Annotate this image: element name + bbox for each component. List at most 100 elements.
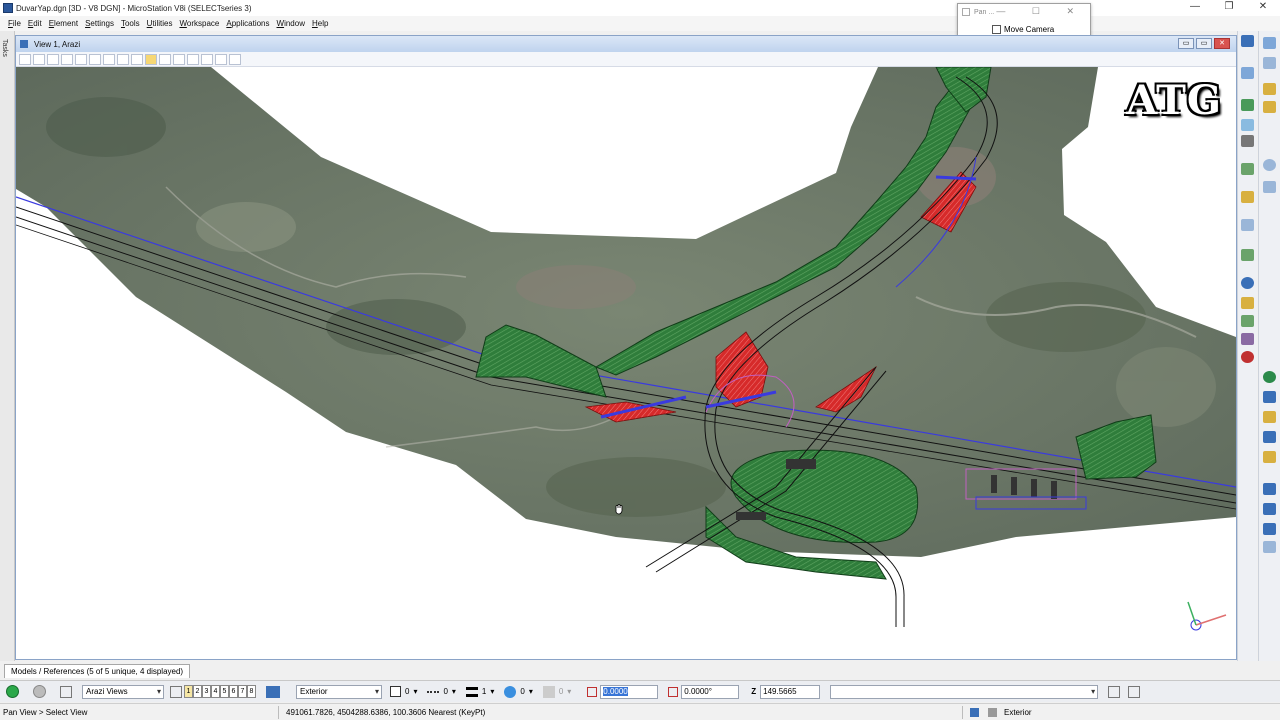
length-field[interactable]: 0.0000 <box>600 684 659 699</box>
rotate-view-icon[interactable] <box>131 53 143 65</box>
transparency-value[interactable]: 0 <box>520 687 524 696</box>
view-titlebar[interactable]: View 1, Arazi ▭ ▭ ✕ <box>16 36 1236 52</box>
tool-icon-r8[interactable] <box>1263 391 1276 403</box>
view-previous-icon[interactable] <box>159 53 171 65</box>
menu-element[interactable]: Element <box>49 19 78 28</box>
restore-button[interactable]: ❐ <box>1212 0 1246 16</box>
view-toggle-2[interactable]: 2 <box>193 685 202 698</box>
active-level-select[interactable]: Exterior <box>296 684 382 699</box>
zoom-in-icon[interactable] <box>75 53 87 65</box>
brightness-icon[interactable] <box>47 53 59 65</box>
color-swatch[interactable] <box>390 686 401 697</box>
view-minimize-button[interactable]: ▭ <box>1178 38 1194 49</box>
tool-icon-3[interactable] <box>1241 99 1254 111</box>
angle-field[interactable]: 0.0000° <box>681 684 740 699</box>
menu-tools[interactable]: Tools <box>121 19 140 28</box>
polygon-icon[interactable] <box>1263 101 1276 113</box>
menu-applications[interactable]: Applications <box>226 19 269 28</box>
tool-icon-11[interactable] <box>1241 297 1254 309</box>
back-arrow-icon[interactable] <box>6 685 19 698</box>
tool-icon-7[interactable] <box>1241 191 1254 203</box>
views-dialog-icon[interactable] <box>170 685 182 698</box>
color-dropdown-icon[interactable]: ▾ <box>413 687 421 696</box>
change-view-perspective-icon[interactable] <box>201 53 213 65</box>
transparency-dropdown-icon[interactable]: ▾ <box>529 687 537 696</box>
view-toggle-7[interactable]: 7 <box>238 685 247 698</box>
priority-dropdown-icon[interactable]: ▾ <box>567 687 575 696</box>
priority-value[interactable]: 0 <box>559 687 563 696</box>
drawing-canvas[interactable]: ATG <box>16 66 1236 659</box>
tool-icon-r10[interactable] <box>1263 431 1276 443</box>
view-maximize-button[interactable]: ▭ <box>1196 38 1212 49</box>
element-selection-icon[interactable] <box>1263 37 1276 49</box>
forward-arrow-icon[interactable] <box>33 685 46 698</box>
view-toggle-5[interactable]: 5 <box>220 685 229 698</box>
fence-icon[interactable] <box>1263 57 1276 69</box>
weight-dropdown-icon[interactable]: ▾ <box>490 687 498 696</box>
tool-icon-r15[interactable] <box>1263 541 1276 553</box>
view-next-icon[interactable] <box>173 53 185 65</box>
tool-icon-1[interactable] <box>1241 35 1254 47</box>
tool-icon-2[interactable] <box>1241 67 1254 79</box>
view-close-button[interactable]: ✕ <box>1214 38 1230 49</box>
tool-icon-9[interactable] <box>1241 249 1254 261</box>
snap-mode-icon[interactable] <box>1128 685 1141 698</box>
line-icon[interactable] <box>1263 83 1276 95</box>
arc-icon[interactable] <box>1263 181 1276 193</box>
tool-icon-5[interactable] <box>1241 135 1254 147</box>
tool-icon-r9[interactable] <box>1263 411 1276 423</box>
clip-mask-icon[interactable] <box>229 53 241 65</box>
window-area-icon[interactable] <box>103 53 115 65</box>
view-toggle-1[interactable]: 1 <box>184 685 193 698</box>
key-in-field[interactable] <box>830 684 1099 699</box>
transparency-icon[interactable] <box>504 685 517 698</box>
tool-icon-4[interactable] <box>1241 119 1254 131</box>
close-button[interactable]: ✕ <box>1246 0 1280 16</box>
tool-icon-6[interactable] <box>1241 163 1254 175</box>
menu-utilities[interactable]: Utilities <box>147 19 173 28</box>
tool-icon-r13[interactable] <box>1263 503 1276 515</box>
clip-volume-icon[interactable] <box>215 53 227 65</box>
view-toggle-8[interactable]: 8 <box>247 685 256 698</box>
angle-lock-icon[interactable] <box>668 686 679 697</box>
active-color-value[interactable]: 0 <box>405 687 409 696</box>
menu-edit[interactable]: Edit <box>28 19 42 28</box>
lock-status-icon[interactable] <box>988 708 997 717</box>
tool-icon-12[interactable] <box>1241 315 1254 327</box>
pan-dialog-controls[interactable]: — ☐ ✕ <box>996 6 1086 17</box>
circle-icon[interactable] <box>1263 159 1276 171</box>
tool-icon-r12[interactable] <box>1263 483 1276 495</box>
view-toggle-3[interactable]: 3 <box>202 685 211 698</box>
models-references-tab[interactable]: Models / References (5 of 5 unique, 4 di… <box>4 664 191 678</box>
tasks-panel[interactable]: Tasks <box>0 31 15 661</box>
line-style-value[interactable]: 0 <box>443 687 447 696</box>
zoom-out-icon[interactable] <box>89 53 101 65</box>
menu-help[interactable]: Help <box>312 19 328 28</box>
line-style-icon[interactable] <box>427 690 440 693</box>
view-toggle-4[interactable]: 4 <box>211 685 220 698</box>
view-toggle-6[interactable]: 6 <box>229 685 238 698</box>
accudraw-icon[interactable] <box>1108 685 1121 698</box>
z-field[interactable]: 149.5665 <box>760 684 821 699</box>
view-groups-icon[interactable] <box>60 685 72 698</box>
level-manager-icon[interactable] <box>266 685 280 698</box>
menu-workspace[interactable]: Workspace <box>179 19 219 28</box>
view-group-select[interactable]: Arazi Views <box>82 684 164 699</box>
pan-view-icon[interactable] <box>145 53 157 65</box>
line-weight-value[interactable]: 1 <box>482 687 486 696</box>
view-attributes-icon[interactable] <box>19 53 31 65</box>
tool-icon-r11[interactable] <box>1263 451 1276 463</box>
move-camera-checkbox[interactable] <box>992 25 1001 34</box>
snap-status-icon[interactable] <box>970 708 979 717</box>
tool-icon-8[interactable] <box>1241 219 1254 231</box>
menu-settings[interactable]: Settings <box>85 19 114 28</box>
tool-icon-13[interactable] <box>1241 333 1254 345</box>
length-lock-icon[interactable] <box>587 686 598 697</box>
fit-view-icon[interactable] <box>117 53 129 65</box>
priority-icon[interactable] <box>542 685 555 698</box>
update-view-icon[interactable] <box>61 53 73 65</box>
menu-window[interactable]: Window <box>277 19 305 28</box>
info-icon[interactable] <box>1241 277 1254 289</box>
display-style-icon[interactable] <box>33 53 45 65</box>
tool-icon-14[interactable] <box>1241 351 1254 363</box>
